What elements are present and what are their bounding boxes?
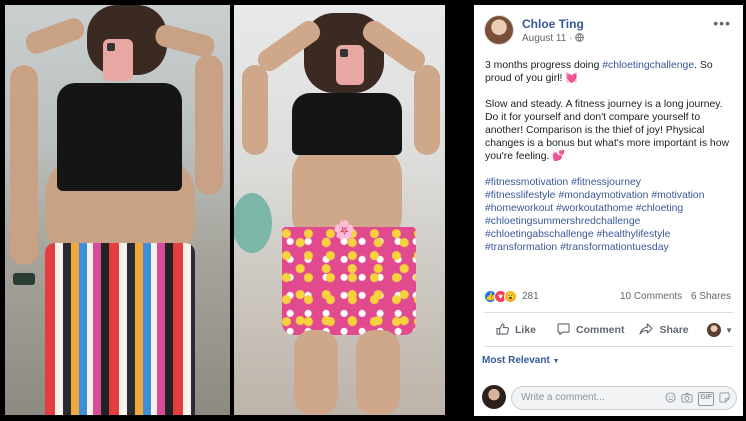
- heart-emoji: 💓: [565, 73, 579, 84]
- sports-bra: [57, 83, 182, 191]
- gif-icon[interactable]: GIF: [698, 392, 714, 406]
- before-photo: [5, 5, 230, 415]
- post-date[interactable]: August 11: [522, 33, 566, 44]
- hashtag-link[interactable]: #chloeting: [636, 203, 683, 214]
- hashtag-link[interactable]: #healthylifestyle: [597, 229, 671, 240]
- hashtag-link[interactable]: #motivation: [651, 190, 704, 201]
- comment-composer: Write a comment... GIF: [482, 383, 737, 411]
- meta-separator: ·: [569, 33, 573, 44]
- hearts-emoji: 💕: [552, 151, 566, 162]
- left-forearm: [10, 65, 38, 265]
- hashtag-link[interactable]: #fitnessjourney: [571, 177, 641, 188]
- user-avatar: [707, 323, 722, 337]
- post-paragraph-1: 3 months progress doing #chloetingchalle…: [485, 59, 735, 85]
- left-arm: [23, 15, 87, 57]
- left-leg: [294, 330, 338, 415]
- post-actions: Like Comment Share ▼: [484, 319, 733, 341]
- like-label: Like: [515, 324, 537, 336]
- comment-button[interactable]: Comment: [557, 322, 625, 338]
- caret-down-icon: ▼: [725, 325, 733, 335]
- hashtag-link[interactable]: #fitnesslifestyle: [485, 190, 555, 201]
- engagement-counts: 👍 ♥ 😮 281 10 Comments 6 Shares: [484, 290, 731, 306]
- leggings: [45, 243, 195, 415]
- phone: [103, 39, 133, 81]
- fan: [234, 193, 272, 253]
- sticker-icon[interactable]: [719, 392, 730, 406]
- hashtag-link[interactable]: #mondaymotivation: [558, 190, 648, 201]
- camera-icon: [340, 49, 348, 57]
- censor-flower: 🌸: [333, 220, 356, 240]
- author-avatar[interactable]: [484, 15, 514, 45]
- share-arrow-icon: [639, 322, 653, 338]
- post-as-selector[interactable]: ▼: [707, 323, 733, 337]
- paragraph-1-text: 3 months progress doing: [485, 60, 603, 71]
- paragraph-2-text: Slow and steady. A fitness journey is a …: [485, 99, 729, 162]
- reaction-count: 281: [522, 291, 539, 302]
- right-forearm: [414, 65, 440, 155]
- share-label: Share: [659, 324, 689, 336]
- comment-placeholder: Write a comment...: [521, 392, 605, 403]
- camera-icon: [107, 43, 115, 51]
- shares-count[interactable]: 6 Shares: [691, 291, 731, 302]
- emoji-icon[interactable]: [665, 392, 676, 406]
- hashtag-list: #fitnessmotivation #fitnessjourney #fitn…: [485, 176, 735, 254]
- divider: [484, 312, 733, 313]
- post-paragraph-2: Slow and steady. A fitness journey is a …: [485, 98, 735, 163]
- floral-shorts: [282, 227, 416, 335]
- wow-reaction-icon: 😮: [504, 290, 517, 303]
- author-name[interactable]: Chloe Ting: [522, 17, 584, 31]
- sort-label: Most Relevant: [482, 355, 550, 366]
- comment-icon: [557, 322, 570, 338]
- comment-input[interactable]: Write a comment... GIF: [511, 386, 737, 410]
- watch: [13, 273, 35, 285]
- comment-share-counts: 10 Comments 6 Shares: [614, 291, 731, 302]
- like-button[interactable]: Like: [496, 322, 537, 338]
- hashtag-link[interactable]: #chloetingchallenge: [602, 60, 694, 71]
- post-photo[interactable]: 🌸: [0, 0, 474, 421]
- post-meta: August 11 ·: [522, 33, 584, 44]
- globe-icon[interactable]: [575, 33, 584, 44]
- hashtag-link[interactable]: #fitnessmotivation: [485, 177, 568, 188]
- hashtag-link[interactable]: #transformationtuesday: [560, 242, 669, 253]
- right-leg: [356, 330, 400, 415]
- left-forearm: [242, 65, 268, 155]
- comment-label: Comment: [576, 324, 625, 336]
- post-header: Chloe Ting August 11 · •••: [484, 15, 733, 49]
- camera-icon[interactable]: [681, 392, 693, 406]
- phone: [336, 45, 364, 85]
- share-button[interactable]: Share: [639, 322, 689, 338]
- hashtag-link[interactable]: #chloetingabschallenge: [485, 229, 594, 240]
- hashtag-link[interactable]: #transformation: [485, 242, 557, 253]
- comment-tools: GIF: [665, 392, 730, 406]
- divider: [484, 346, 733, 347]
- caret-down-icon: ▼: [552, 358, 560, 365]
- comments-count[interactable]: 10 Comments: [620, 291, 682, 302]
- reaction-summary[interactable]: 👍 ♥ 😮 281: [484, 290, 539, 303]
- hashtag-link[interactable]: #homeworkout: [485, 203, 553, 214]
- thumbs-up-icon: [496, 322, 509, 338]
- hashtag-link[interactable]: #workoutathome: [556, 203, 633, 214]
- post-panel: Chloe Ting August 11 · ••• 3 months prog…: [474, 5, 743, 416]
- after-photo: 🌸: [234, 5, 445, 415]
- user-avatar[interactable]: [482, 385, 506, 409]
- comment-sort-dropdown[interactable]: Most Relevant ▼: [482, 355, 560, 366]
- hashtag-link[interactable]: #chloetingsummershredchallenge: [485, 216, 640, 227]
- post-body: 3 months progress doing #chloetingchalle…: [485, 59, 735, 267]
- sports-bra: [292, 93, 402, 155]
- more-horizontal-icon[interactable]: •••: [713, 15, 731, 31]
- right-forearm: [195, 55, 223, 195]
